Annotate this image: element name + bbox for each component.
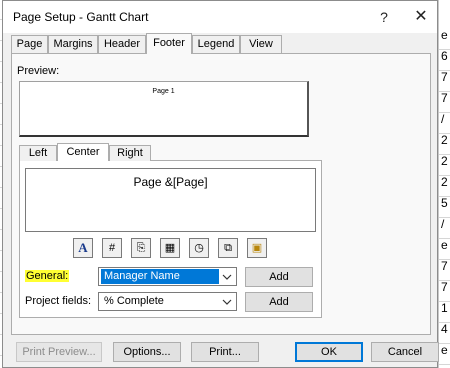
background-cell: 2 (439, 133, 450, 155)
tab-header[interactable]: Header (98, 35, 146, 53)
close-button[interactable]: ✕ (406, 5, 436, 29)
format-text-font-icon[interactable]: A (73, 238, 93, 258)
background-cell: 7 (439, 259, 450, 281)
project-fields-dropdown-value: % Complete (104, 295, 164, 307)
insert-picture-icon[interactable]: ▣ (247, 238, 267, 258)
background-cell: 7 (439, 280, 450, 302)
title-bar: Page Setup - Gantt Chart ? ✕ (3, 1, 437, 33)
background-cell: 6 (439, 49, 450, 71)
tab-view[interactable]: View (240, 35, 282, 53)
footer-text-value: Page &[Page] (133, 175, 208, 189)
project-fields-dropdown[interactable]: % Complete (98, 292, 237, 311)
insert-page-number-icon[interactable]: # (102, 238, 122, 258)
project-fields-add-button[interactable]: Add (245, 292, 313, 312)
background-cell: e (439, 343, 450, 365)
general-add-button[interactable]: Add (245, 267, 313, 287)
options-button[interactable]: Options... (113, 342, 181, 362)
background-cell: 4 (439, 322, 450, 344)
insert-total-pages-icon[interactable]: ⎘ (131, 238, 151, 258)
preview-page: Page 1 (19, 81, 309, 137)
background-cell: 2 (439, 154, 450, 176)
footer-text-field[interactable]: Page &[Page] (25, 168, 316, 232)
background-cell: 7 (439, 91, 450, 113)
tab-footer[interactable]: Footer (146, 33, 192, 54)
ok-button[interactable]: OK (295, 342, 363, 362)
background-cell: e (439, 28, 450, 50)
page-setup-dialog: Page Setup - Gantt Chart ? ✕ Page Margin… (2, 0, 439, 368)
chevron-down-icon (222, 299, 232, 305)
preview-label: Preview: (17, 65, 60, 77)
tab-left[interactable]: Left (19, 145, 57, 161)
print-preview-button[interactable]: Print Preview... (16, 342, 102, 362)
background-cell: 7 (439, 70, 450, 92)
background-cell: / (439, 217, 450, 239)
insert-current-date-icon[interactable]: ▦ (160, 238, 180, 258)
print-button[interactable]: Print... (191, 342, 259, 362)
background-cell: 1 (439, 301, 450, 323)
tab-page[interactable]: Page (11, 35, 48, 53)
cancel-button[interactable]: Cancel (371, 342, 439, 362)
general-label: General: (25, 270, 70, 282)
tab-right[interactable]: Right (109, 145, 151, 161)
chevron-down-icon (222, 274, 232, 280)
background-sheet-right: e 6 7 7/2 2 2 5/e 7 7 1 4 e (438, 0, 450, 368)
background-cell: 2 (439, 175, 450, 197)
preview-page-text: Page 1 (152, 88, 175, 95)
insert-file-name-icon[interactable]: ⧉ (218, 238, 238, 258)
tab-center[interactable]: Center (57, 143, 109, 161)
general-dropdown-value: Manager Name (101, 269, 219, 284)
background-cell: 5 (439, 196, 450, 218)
dialog-title: Page Setup - Gantt Chart (13, 10, 149, 24)
tab-margins[interactable]: Margins (48, 35, 98, 53)
background-cell: / (439, 112, 450, 134)
project-fields-label: Project fields: (25, 295, 92, 307)
tab-legend[interactable]: Legend (192, 35, 240, 53)
general-dropdown[interactable]: Manager Name (98, 267, 237, 286)
background-cell: e (439, 238, 450, 260)
insert-current-time-icon[interactable]: ◷ (189, 238, 209, 258)
help-button[interactable]: ? (369, 5, 399, 29)
